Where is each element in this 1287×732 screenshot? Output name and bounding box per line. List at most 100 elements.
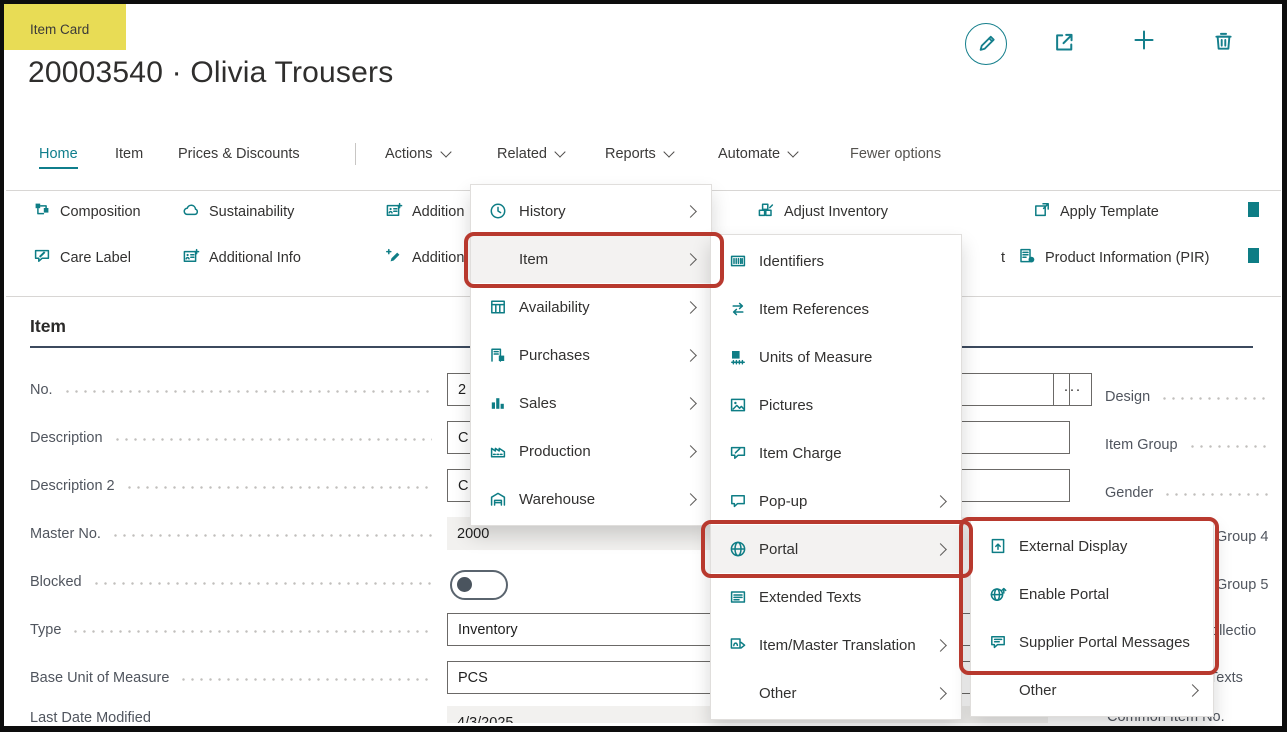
sustainability-button[interactable]: Sustainability (182, 199, 294, 225)
field-label: Description (30, 430, 103, 446)
field-row-gender: Gender (1105, 476, 1281, 510)
globe-icon (727, 540, 749, 558)
menu-item-extended-texts[interactable]: Extended Texts (711, 573, 961, 621)
field-label-fragment: Group 5 (1216, 577, 1268, 593)
new-button[interactable] (1131, 29, 1157, 55)
dotted-leader (125, 486, 432, 489)
menu-item-production[interactable]: Production (471, 427, 711, 475)
menu-item-identifiers[interactable]: Identifiers (711, 237, 961, 285)
menu-item-other[interactable]: Other (711, 669, 961, 717)
composition-icon (33, 201, 51, 223)
menu-item-portal[interactable]: Portal (711, 525, 961, 573)
menu-item-availability[interactable]: Availability (471, 283, 711, 331)
product-information-icon (1018, 247, 1036, 269)
fewer-options-button[interactable]: Fewer options (850, 146, 941, 162)
field-row-item-group: Item Group (1105, 428, 1281, 462)
field-row-blocked: Blocked (30, 565, 442, 599)
edit-button[interactable] (965, 23, 1007, 65)
care-label-button[interactable]: Care Label (33, 245, 131, 271)
menu-item-item-references[interactable]: Item References (711, 285, 961, 333)
field-label: Last Date Modified (30, 710, 151, 723)
section-title: Item (30, 316, 66, 337)
units-of-measure-icon (727, 348, 749, 366)
menu-item-popup[interactable]: Pop-up (711, 477, 961, 525)
menu-item-supplier-portal-messages[interactable]: Supplier Portal Messages (971, 618, 1213, 666)
field-label: Gender (1105, 485, 1153, 501)
apply-template-icon (1033, 201, 1051, 223)
chevron-right-icon (684, 493, 697, 506)
additional-edit-button-truncated[interactable]: Addition (385, 245, 464, 271)
dotted-leader (71, 630, 432, 633)
item-charge-icon (727, 444, 749, 462)
dotted-leader (111, 534, 432, 537)
menu-item-purchases[interactable]: Purchases (471, 331, 711, 379)
menu-item-units-of-measure[interactable]: Units of Measure (711, 333, 961, 381)
purchases-icon (487, 346, 509, 364)
truncated-label-fragment: t (1001, 250, 1005, 266)
menu-item-warehouse[interactable]: Warehouse (471, 475, 711, 523)
menu-item-item-charge[interactable]: Item Charge (711, 429, 961, 477)
dotted-leader (1163, 493, 1271, 496)
adjust-inventory-button[interactable]: Adjust Inventory (757, 199, 888, 225)
field-label: Description 2 (30, 478, 115, 494)
menu-reports[interactable]: Reports (605, 146, 673, 162)
chevron-right-icon (934, 495, 947, 508)
menu-item-item-master-translation[interactable]: Item/Master Translation (711, 621, 961, 669)
barcode-icon (727, 252, 749, 270)
adjust-inventory-icon (757, 201, 775, 223)
sales-chart-icon (487, 394, 509, 412)
history-clock-icon (487, 202, 509, 220)
chevron-right-icon (684, 349, 697, 362)
extended-texts-icon (727, 588, 749, 606)
delete-button[interactable] (1210, 30, 1236, 56)
page-caption: Item Card (30, 22, 89, 37)
plus-icon (1132, 28, 1156, 57)
blocked-toggle[interactable] (450, 570, 508, 600)
chevron-right-icon (684, 205, 697, 218)
menu-item-pictures[interactable]: Pictures (711, 381, 961, 429)
apply-template-button[interactable]: Apply Template (1033, 199, 1159, 225)
toggle-knob (457, 577, 472, 592)
menu-item-enable-portal[interactable]: Enable Portal (971, 570, 1213, 618)
field-row-base-uom: Base Unit of Measure (30, 661, 442, 695)
field-row-master-no: Master No. (30, 517, 442, 551)
swap-arrows-icon (727, 300, 749, 318)
chevron-down-icon (787, 146, 798, 157)
tab-item[interactable]: Item (115, 146, 143, 162)
field-label: Item Group (1105, 437, 1178, 453)
field-row-description: Description (30, 421, 442, 455)
message-bubble-icon (987, 633, 1009, 651)
assist-edit-button[interactable]: ··· (1053, 373, 1092, 406)
dotted-leader (113, 438, 432, 441)
item-card-page: Item Card 20003540 · Olivia Trousers Hom… (0, 0, 1287, 732)
additional-edit-icon (385, 247, 403, 269)
dotted-leader (92, 582, 432, 585)
additional-info-button[interactable]: Additional Info (182, 245, 301, 271)
product-information-button[interactable]: Product Information (PIR) (1018, 245, 1209, 271)
field-row-last-date-modified: Last Date Modified (30, 709, 330, 723)
menu-item-item[interactable]: Item (471, 235, 711, 283)
menu-automate[interactable]: Automate (718, 146, 797, 162)
portal-submenu: External Display Enable Portal Supplier … (970, 519, 1214, 717)
tab-prices-discounts[interactable]: Prices & Discounts (178, 146, 300, 162)
dotted-leader (1188, 445, 1271, 448)
menu-actions[interactable]: Actions (385, 146, 450, 162)
additional-button-truncated[interactable]: Addition (385, 199, 464, 225)
tab-home[interactable]: Home (39, 146, 78, 169)
pencil-icon (975, 31, 997, 58)
menu-related[interactable]: Related (497, 146, 564, 162)
dotted-leader (1160, 397, 1271, 400)
additional-info-card-icon (182, 247, 200, 269)
composition-button[interactable]: Composition (33, 199, 141, 225)
menu-item-other[interactable]: Other (971, 666, 1213, 714)
menu-item-history[interactable]: History (471, 187, 711, 235)
field-label: No. (30, 382, 53, 398)
related-dropdown-menu: History Item Availability Purchases Sale… (470, 184, 712, 526)
field-row-type: Type (30, 613, 442, 647)
field-label-fragment: Texts (1209, 670, 1243, 686)
menu-item-external-display[interactable]: External Display (971, 522, 1213, 570)
menu-item-sales[interactable]: Sales (471, 379, 711, 427)
chevron-right-icon (684, 301, 697, 314)
chevron-down-icon (440, 146, 451, 157)
share-button[interactable] (1050, 30, 1076, 56)
